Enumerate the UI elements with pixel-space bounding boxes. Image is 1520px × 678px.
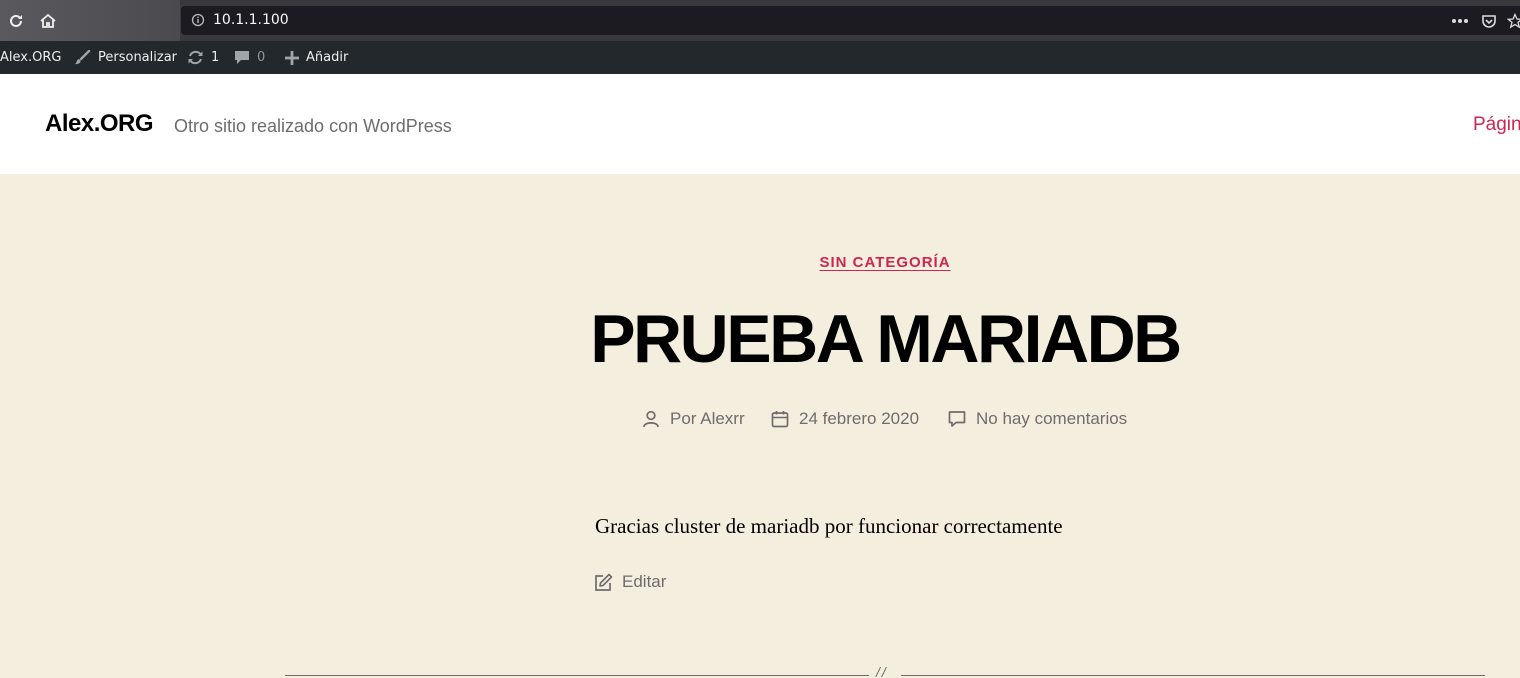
- post-author-label: Por Alexrr: [670, 409, 745, 428]
- site-header: Alex.ORG Otro sitio realizado con WordPr…: [0, 74, 1520, 174]
- admin-bar-site-link[interactable]: Alex.ORG: [0, 41, 61, 74]
- comment-bubble-icon: [235, 51, 249, 64]
- reload-icon: [10, 14, 22, 27]
- site-title[interactable]: Alex.ORG: [45, 110, 154, 138]
- plus-icon: [285, 50, 299, 65]
- person-icon: [643, 410, 659, 428]
- primary-menu-item[interactable]: Página: [1473, 114, 1520, 136]
- admin-bar-add-new[interactable]: Añadir: [285, 41, 348, 74]
- admin-bar-site-label: Alex.ORG: [0, 50, 62, 65]
- admin-bar-comments-count: 0: [257, 50, 266, 65]
- site-tagline: Otro sitio realizado con WordPress: [174, 116, 452, 136]
- browser-toolbar: 10.1.1.100: [0, 0, 1520, 41]
- post-comments-label: No hay comentarios: [976, 409, 1128, 428]
- paintbrush-icon: [75, 50, 91, 65]
- post-title: PRUEBA MARIADB: [590, 301, 1182, 377]
- pocket-icon: [1482, 15, 1496, 28]
- calendar-icon: [771, 411, 789, 428]
- admin-bar-comments[interactable]: 0: [234, 41, 265, 74]
- section-divider-right: [901, 675, 1485, 676]
- reload-button[interactable]: [6, 11, 26, 31]
- bookmark-star-icon: [1507, 13, 1520, 29]
- admin-bar-customize-label: Personalizar: [98, 50, 178, 65]
- home-icon: [40, 13, 56, 28]
- pocket-button[interactable]: [1480, 12, 1498, 30]
- more-icon: [1452, 19, 1468, 23]
- post-category-wrap: SIN CATEGORÍA: [0, 254, 1520, 272]
- post-date-label: 24 febrero 2020: [799, 409, 920, 428]
- toolbar-shade: [0, 0, 180, 41]
- post-comments[interactable]: No hay comentarios: [948, 407, 1127, 431]
- admin-bar-customize[interactable]: Personalizar: [74, 41, 177, 74]
- home-button[interactable]: [38, 11, 58, 31]
- page-actions-button[interactable]: [1451, 12, 1469, 30]
- url-bar[interactable]: 10.1.1.100: [181, 6, 1520, 35]
- url-text[interactable]: 10.1.1.100: [213, 12, 289, 28]
- post-body: Gracias cluster de mariadb por funcionar…: [595, 514, 1063, 538]
- section-divider-left: [285, 675, 869, 676]
- comment-icon: [948, 411, 966, 427]
- section-divider-mark: //: [876, 664, 888, 678]
- post-edit-label: Editar: [622, 572, 667, 591]
- post-author[interactable]: Por Alexrr: [642, 407, 745, 431]
- info-icon[interactable]: [191, 13, 205, 27]
- admin-bar-updates[interactable]: 1: [187, 41, 219, 74]
- updates-icon: [188, 50, 203, 65]
- wp-admin-bar: Alex.ORG Personalizar 1 0 Añadir: [0, 41, 1520, 74]
- edit-icon: [595, 573, 613, 591]
- post-date[interactable]: 24 febrero 2020: [771, 407, 919, 431]
- bookmark-button[interactable]: [1506, 12, 1520, 30]
- admin-bar-updates-count: 1: [211, 50, 220, 65]
- admin-bar-add-new-label: Añadir: [306, 50, 349, 65]
- post-edit-link[interactable]: Editar: [594, 572, 666, 592]
- post-category-link[interactable]: SIN CATEGORÍA: [819, 254, 950, 271]
